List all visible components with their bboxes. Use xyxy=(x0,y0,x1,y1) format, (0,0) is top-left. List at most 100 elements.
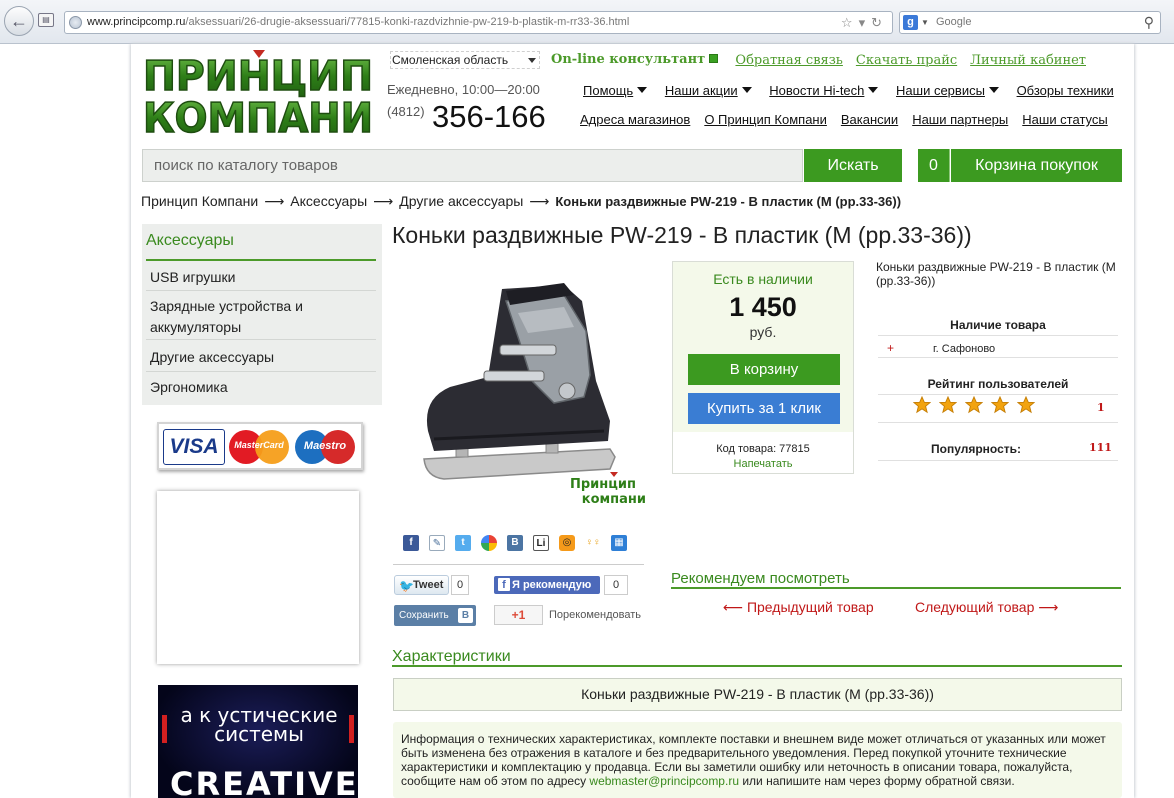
price-box: Есть в наличии 1 450 руб. В корзину Купи… xyxy=(672,261,854,474)
sidebar-item-chargers[interactable]: Зарядные устройства и аккумуляторы xyxy=(146,294,376,340)
menu-about[interactable]: О Принцип Компани xyxy=(704,112,827,127)
menu-services-label: Наши сервисы xyxy=(896,83,985,98)
star-icon[interactable] xyxy=(913,396,931,414)
vk-icon[interactable]: B xyxy=(507,535,523,551)
star-icon[interactable] xyxy=(1017,396,1035,414)
menu-services[interactable]: Наши сервисы xyxy=(896,83,999,98)
category-title[interactable]: Аксессуары xyxy=(146,232,234,250)
divider xyxy=(878,422,1118,423)
menu-stores[interactable]: Адреса магазинов xyxy=(580,112,690,127)
menu-vacancies[interactable]: Вакансии xyxy=(841,112,898,127)
ad-banner-blank[interactable] xyxy=(157,491,359,664)
payment-cards-banner: VISA MasterCard Maestro xyxy=(157,422,363,470)
search-button[interactable]: Искать xyxy=(804,149,902,182)
menu-help[interactable]: Помощь xyxy=(583,83,648,98)
breadcrumb-home[interactable]: Принцип Компани xyxy=(141,193,258,209)
region-select[interactable]: Смоленская область xyxy=(390,51,540,69)
bookmark-star-icon[interactable]: ☆▾↻ xyxy=(841,12,888,33)
star-icon[interactable] xyxy=(965,396,983,414)
linkedin-icon[interactable]: Li xyxy=(533,535,549,551)
browser-search-placeholder: Google xyxy=(936,16,972,28)
feedback-link[interactable]: Обратная связь xyxy=(735,53,842,68)
star-icon[interactable] xyxy=(991,396,1009,414)
tweet-button[interactable]: 🐦 Tweet xyxy=(394,575,449,595)
recommend-title: Рекомендуем посмотреть xyxy=(671,570,850,587)
star-icon[interactable] xyxy=(939,396,957,414)
cart-count-badge[interactable]: 0 xyxy=(918,149,950,182)
menu-partners[interactable]: Наши партнеры xyxy=(912,112,1008,127)
facebook-icon: f xyxy=(498,578,510,591)
decor-bar xyxy=(162,715,167,743)
account-link[interactable]: Личный кабинет xyxy=(970,53,1086,68)
dropdown-arrow-icon[interactable]: ▼ xyxy=(921,12,929,33)
ad-banner-creative[interactable]: а к устические системы CREATIVE xyxy=(158,685,358,798)
catalog-search-input[interactable]: поиск по каталогу товаров xyxy=(142,149,803,182)
watermark-line2: компани xyxy=(582,492,646,507)
catalog-search: поиск по каталогу товаров xyxy=(142,149,803,182)
divider xyxy=(146,259,376,261)
facebook-icon[interactable]: f xyxy=(403,535,419,551)
sidebar-item-other[interactable]: Другие аксессуары xyxy=(146,344,376,372)
main-menu: Помощь Наши акции Новости Hi-tech Наши с… xyxy=(583,83,1128,98)
facebook-recommend-button[interactable]: f Я рекомендую xyxy=(494,576,600,594)
maestro-text: Maestro xyxy=(303,440,347,452)
myspace-icon[interactable]: ▦ xyxy=(611,535,627,551)
recommend-link[interactable]: Порекомендовать xyxy=(549,609,641,621)
chevron-down-icon xyxy=(528,58,536,63)
caret-down-icon xyxy=(741,87,752,93)
stock-city: г. Сафоново xyxy=(933,343,996,355)
product-image[interactable]: Принцип компани xyxy=(414,271,646,516)
breadcrumb-sep: ⟶ xyxy=(264,193,285,209)
online-status-icon xyxy=(709,54,719,63)
vk-save-button[interactable]: Сохранить B xyxy=(394,605,476,626)
logo-line2: КОМПАНИ xyxy=(143,94,373,142)
tweet-label: Tweet xyxy=(413,579,444,591)
breadcrumb-current: Коньки раздвижные PW-219 - B пластик (M … xyxy=(555,194,902,209)
breadcrumb-accessories[interactable]: Аксессуары xyxy=(290,193,367,209)
caret-down-icon xyxy=(868,87,879,93)
cart-button[interactable]: Корзина покупок xyxy=(951,149,1122,182)
add-to-cart-button[interactable]: В корзину xyxy=(688,354,840,385)
menu-reviews[interactable]: Обзоры техники xyxy=(1017,83,1114,98)
search-icon[interactable]: ⚲ xyxy=(1144,12,1154,33)
visa-logo: VISA xyxy=(163,429,225,465)
google-icon[interactable] xyxy=(481,535,497,551)
livejournal-icon[interactable]: ✎ xyxy=(429,535,445,551)
mastercard-text: MasterCard xyxy=(234,440,284,450)
popularity-label: Популярность: xyxy=(931,442,1022,456)
breadcrumb-other[interactable]: Другие аксессуары xyxy=(399,193,523,209)
menu-promotions[interactable]: Наши акции xyxy=(665,83,752,98)
fb-recommend-label: Я рекомендую xyxy=(512,579,592,591)
url-domain: www.principcomp.ru xyxy=(87,16,186,28)
print-link[interactable]: Напечатать xyxy=(673,458,853,470)
browser-search-input[interactable]: g ▼ Google ⚲ xyxy=(899,11,1161,34)
buy-one-click-button[interactable]: Купить за 1 клик xyxy=(688,393,840,424)
divider xyxy=(878,357,1118,358)
prev-product-link[interactable]: ⟵ Предыдущий товар xyxy=(723,599,874,616)
url-path: /aksessuari/26-drugie-aksessuari/77815-k… xyxy=(185,16,630,28)
download-price-link[interactable]: Скачать прайс xyxy=(856,53,957,68)
address-bar[interactable]: www.principcomp.ru/aksessuari/26-drugie-… xyxy=(64,11,893,34)
next-product-link[interactable]: Следующий товар ⟶ xyxy=(915,599,1058,616)
sidebar-item-ergonomics[interactable]: Эргономика xyxy=(146,375,376,401)
twitter-icon[interactable]: t xyxy=(455,535,471,551)
webmaster-email-link[interactable]: webmaster@principcomp.ru xyxy=(589,774,739,788)
site-logo[interactable]: ПРИНЦИП КОМПАНИ xyxy=(141,46,377,142)
vk-icon: B xyxy=(458,608,473,623)
menu-statuses[interactable]: Наши статусы xyxy=(1022,112,1107,127)
phone-code: (4812) xyxy=(387,104,425,119)
page-info-icon[interactable]: ▤ xyxy=(38,13,54,27)
back-arrow-icon[interactable]: ← xyxy=(4,6,34,36)
site-container: ПРИНЦИП КОМПАНИ Смоленская область On-li… xyxy=(131,44,1134,798)
popularity-value: 111 xyxy=(1089,441,1112,454)
stock-mark: + xyxy=(887,341,895,355)
sidebar-item-usb-toys[interactable]: USB игрушки xyxy=(146,265,376,291)
price-panel: Есть в наличии 1 450 руб. В корзину Купи… xyxy=(673,262,853,432)
gplus-button[interactable]: +1 xyxy=(494,605,543,625)
online-consultant-link[interactable]: On-line консультант xyxy=(551,52,719,67)
price-value: 1 450 xyxy=(729,292,797,322)
odnoklassniki-icon[interactable]: ◎ xyxy=(559,535,575,551)
mail-icon[interactable]: ♀♀ xyxy=(585,535,601,551)
watermark-line1: Принцип xyxy=(570,477,636,492)
menu-news[interactable]: Новости Hi-tech xyxy=(769,83,879,98)
